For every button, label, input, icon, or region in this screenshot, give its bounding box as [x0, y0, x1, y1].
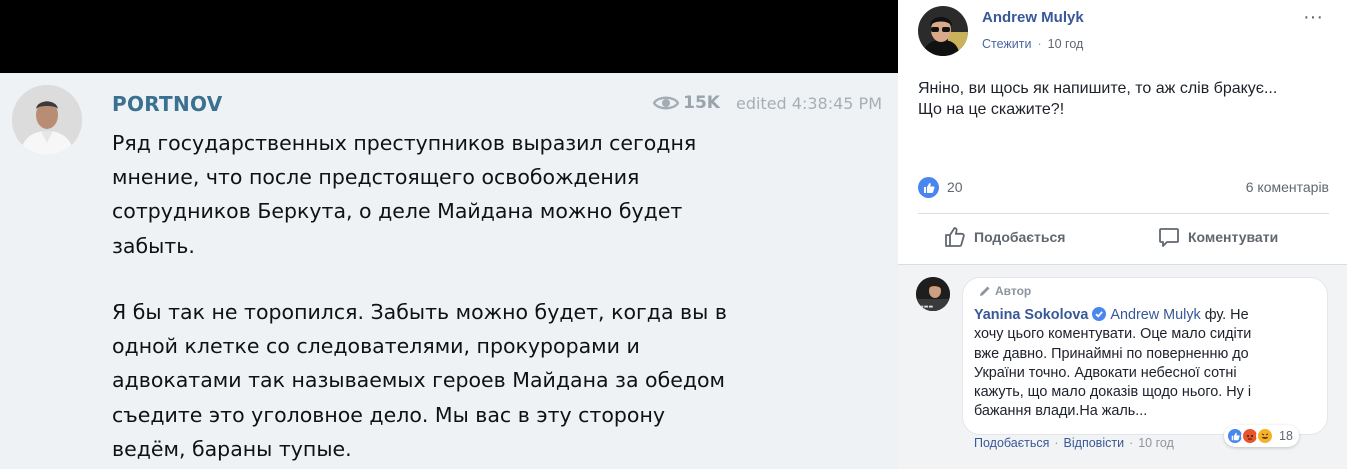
author-badge-label: Автор: [995, 284, 1032, 298]
message-line: съедите это уголовное дело. Мы вас в эту…: [112, 402, 665, 427]
separator-dot: ·: [1129, 436, 1134, 450]
comment-text: Yanina Sokolova Andrew Mulyk фу. Не хочу …: [974, 306, 1304, 422]
like-button-label: Подобається: [974, 229, 1066, 245]
edited-timestamp: edited 4:38:45 PM: [735, 93, 882, 113]
comment-count[interactable]: 6 коментарів: [1246, 179, 1329, 195]
comment-text-start: фу. Не: [1200, 307, 1249, 323]
author-name[interactable]: Andrew Mulyk: [982, 9, 1084, 26]
mention-link[interactable]: Andrew Mulyk: [1110, 307, 1200, 323]
post-subline: Стежити · 10 год: [982, 37, 1083, 51]
separator-dot: ·: [1037, 37, 1042, 51]
comment-button[interactable]: Коментувати: [1158, 226, 1278, 248]
post-meta: 15K edited 4:38:45 PM: [653, 93, 882, 113]
author-avatar[interactable]: [918, 6, 968, 56]
message-line: Ряд государственных преступников выразил…: [112, 131, 697, 155]
haha-reaction-icon: [1256, 427, 1274, 445]
reaction-summary: 20 6 коментарів: [918, 177, 1329, 199]
telegram-screenshot: PORTNOV 15K edited 4:38:45 PM Ряд госуда…: [0, 0, 898, 469]
follow-link[interactable]: Стежити: [982, 37, 1031, 51]
comment-line: бажання влади.На жаль...: [974, 403, 1148, 420]
post-line: Що на це скажите?!: [918, 101, 1065, 118]
post-actions: Подобається Коментувати: [918, 214, 1329, 264]
channel-name: PORTNOV: [112, 92, 223, 116]
reactions-count: 18: [1279, 429, 1293, 443]
comment-line: хочу цього коментувати. Оце мало сидіти: [974, 326, 1252, 343]
comments-section: ▬▬▬ Автор Yanina Sokolova Andrew Mulyk фу…: [898, 264, 1347, 469]
message-line: сотрудников Беркута, о деле Майдана можн…: [112, 199, 683, 224]
comment-line: кажуть, що мало доказів щодо нього. Ну і: [974, 384, 1252, 401]
pencil-icon: [980, 286, 990, 296]
message-line: адвокатами так называемых героев Майдана…: [112, 368, 726, 393]
comment-reactions[interactable]: 18: [1224, 425, 1299, 447]
comment-first-line: Yanina Sokolova Andrew Mulyk фу. Не: [974, 306, 1304, 325]
message-line: одной клетке со следователями, прокурора…: [112, 334, 640, 359]
view-count: 15K: [683, 93, 720, 113]
channel-avatar: [12, 85, 82, 155]
message-line: Я бы так не торопился. Забыть можно буде…: [112, 300, 727, 324]
thumbs-up-icon: [945, 227, 965, 247]
comment-line: вже давно. Принаймні по поверненню до: [974, 345, 1249, 362]
like-button[interactable]: Подобається: [944, 226, 1065, 248]
message-line: ведём, бараны тупые.: [112, 436, 352, 461]
verified-badge-icon: [1092, 307, 1107, 321]
commenter-avatar[interactable]: ▬▬▬: [916, 277, 950, 311]
more-options-icon[interactable]: ···: [1303, 6, 1323, 29]
message-paragraph-1: Ряд государственных преступников выразил…: [112, 126, 772, 263]
commenter-name[interactable]: Yanina Sokolova: [974, 307, 1088, 323]
thumbs-up-icon[interactable]: [918, 177, 939, 198]
post-text: Яніно, ви щось як напишите, то аж слів б…: [918, 78, 1277, 120]
message-line: забыть.: [112, 233, 195, 258]
comment-time[interactable]: 10 год: [1138, 436, 1174, 450]
comment-button-label: Коментувати: [1188, 229, 1279, 245]
eye-icon: [653, 96, 680, 110]
author-badge: Автор: [979, 284, 1031, 298]
comment-footer: Подобається · Відповісти · 10 год: [974, 436, 1174, 450]
black-top-bar: [0, 0, 898, 73]
message-paragraph-2: Я бы так не торопился. Забыть можно буде…: [112, 295, 772, 466]
speech-bubble-icon: [1159, 228, 1179, 247]
comment-like-link[interactable]: Подобається: [974, 436, 1049, 450]
comment-bubble: Автор Yanina Sokolova Andrew Mulyk фу. Не…: [962, 277, 1328, 435]
post-time[interactable]: 10 год: [1048, 37, 1084, 51]
comment-line: України точно. Адвокати небесної сотні: [974, 364, 1237, 381]
separator-dot: ·: [1054, 436, 1059, 450]
message-line: мнение, что после предстоящего освобожде…: [112, 165, 640, 190]
comment-reply-link[interactable]: Відповісти: [1064, 436, 1125, 450]
post-line: Яніно, ви щось як напишите, то аж слів б…: [918, 80, 1278, 97]
facebook-post: Andrew Mulyk Стежити · 10 год ··· Яніно,…: [898, 0, 1347, 469]
like-count[interactable]: 20: [947, 179, 963, 195]
svg-text:▬▬▬: ▬▬▬: [919, 304, 933, 310]
